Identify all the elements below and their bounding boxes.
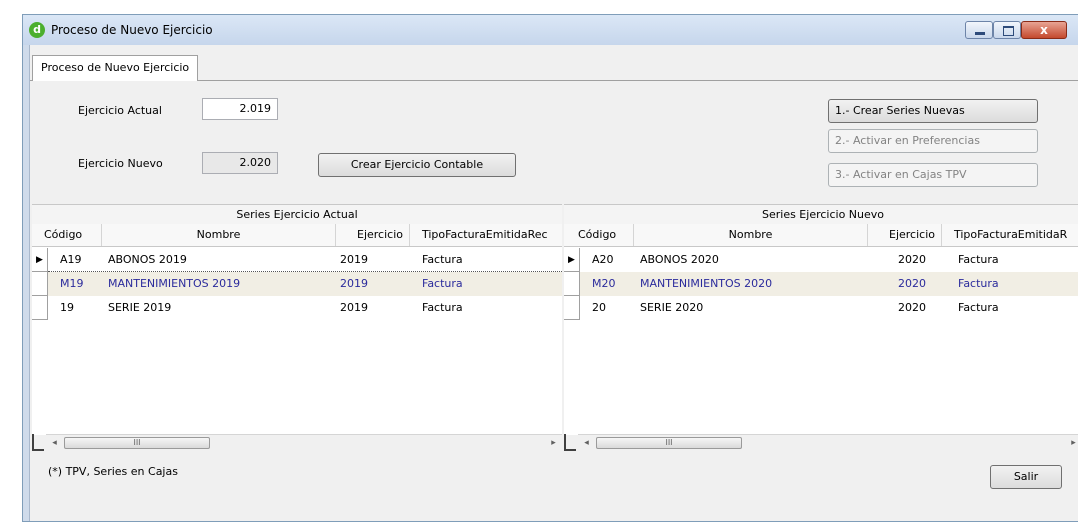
cell-codigo: A20	[592, 253, 614, 266]
table-row[interactable]: M20 MANTENIMIENTOS 2020 2020 Factura	[564, 272, 1078, 296]
cell-tipo-factura: Factura	[422, 301, 463, 314]
column-header-codigo[interactable]: Código	[32, 224, 102, 246]
scroll-right-icon[interactable]: ▸	[1065, 435, 1078, 452]
scroll-left-icon[interactable]: ◂	[578, 435, 595, 452]
cell-nombre: ABONOS 2019	[108, 253, 187, 266]
window-title: Proceso de Nuevo Ejercicio	[51, 23, 213, 37]
cell-tipo-factura: Factura	[958, 277, 999, 290]
cell-codigo: M19	[60, 277, 84, 290]
cell-ejercicio: 2019	[340, 253, 368, 266]
table-row[interactable]: ▶ A19 ABONOS 2019 2019 Factura	[32, 248, 562, 272]
column-header-codigo[interactable]: Código	[564, 224, 634, 246]
column-header-tipo-factura[interactable]: TipoFacturaEmitidaRec	[410, 224, 562, 246]
table-row[interactable]: ▶ A20 ABONOS 2020 2020 Factura	[564, 248, 1078, 272]
series-nuevo-header: Código Nombre Ejercicio TipoFacturaEmiti…	[564, 224, 1078, 247]
cell-nombre: SERIE 2020	[640, 301, 704, 314]
scroll-left-icon[interactable]: ◂	[46, 435, 63, 452]
series-nuevo-hscrollbar[interactable]: ◂ III ▸	[578, 434, 1078, 452]
series-nuevo-grid: Series Ejercicio Nuevo Código Nombre Eje…	[564, 204, 1078, 435]
tab-strip: Proceso de Nuevo Ejercicio	[30, 52, 1078, 82]
application-window: d Proceso de Nuevo Ejercicio x Proceso d…	[22, 14, 1078, 522]
activar-en-preferencias-button[interactable]: 2.- Activar en Preferencias	[828, 129, 1038, 153]
series-actual-caption: Series Ejercicio Actual	[32, 205, 562, 225]
column-header-nombre[interactable]: Nombre	[102, 224, 336, 246]
footer-note: (*) TPV, Series en Cajas	[48, 465, 178, 478]
column-header-ejercicio[interactable]: Ejercicio	[336, 224, 410, 246]
cell-nombre: MANTENIMIENTOS 2019	[108, 277, 241, 290]
ejercicio-nuevo-label: Ejercicio Nuevo	[78, 157, 163, 170]
cell-tipo-factura: Factura	[422, 277, 463, 290]
cell-codigo: 19	[60, 301, 74, 314]
table-row[interactable]: M19 MANTENIMIENTOS 2019 2019 Factura	[32, 272, 562, 296]
close-icon: x	[1040, 23, 1048, 37]
cell-nombre: ABONOS 2020	[640, 253, 719, 266]
series-actual-grid: Series Ejercicio Actual Código Nombre Ej…	[32, 204, 562, 435]
scroll-right-icon[interactable]: ▸	[545, 435, 562, 452]
row-selector	[32, 296, 48, 320]
minimize-button[interactable]	[965, 21, 993, 39]
cell-codigo: M20	[592, 277, 616, 290]
cell-ejercicio: 2020	[898, 277, 926, 290]
table-row[interactable]: 20 SERIE 2020 2020 Factura	[564, 296, 1078, 320]
ejercicio-actual-field[interactable]: 2.019	[202, 98, 278, 120]
maximize-button[interactable]	[993, 21, 1021, 39]
row-pointer-icon: ▶	[32, 248, 48, 272]
tab-panel: Ejercicio Actual 2.019 Ejercicio Nuevo 2…	[32, 81, 1078, 521]
column-header-ejercicio[interactable]: Ejercicio	[868, 224, 942, 246]
maximize-icon	[1003, 26, 1014, 36]
row-selector	[32, 272, 48, 296]
minimize-icon	[975, 32, 985, 35]
row-selector	[564, 296, 580, 320]
cell-nombre: SERIE 2019	[108, 301, 172, 314]
cell-ejercicio: 2019	[340, 277, 368, 290]
ejercicio-nuevo-field[interactable]: 2.020	[202, 152, 278, 174]
series-actual-header: Código Nombre Ejercicio TipoFacturaEmiti…	[32, 224, 562, 247]
ejercicio-actual-label: Ejercicio Actual	[78, 104, 162, 117]
crear-ejercicio-contable-button[interactable]: Crear Ejercicio Contable	[318, 153, 516, 177]
crear-series-nuevas-button[interactable]: 1.- Crear Series Nuevas	[828, 99, 1038, 123]
scroll-thumb[interactable]: III	[596, 437, 742, 449]
close-button[interactable]: x	[1021, 21, 1067, 39]
cell-ejercicio: 2020	[898, 301, 926, 314]
salir-button[interactable]: Salir	[990, 465, 1062, 489]
activar-en-cajas-tpv-button[interactable]: 3.- Activar en Cajas TPV	[828, 163, 1038, 187]
cell-codigo: A19	[60, 253, 82, 266]
cell-tipo-factura: Factura	[958, 253, 999, 266]
grid-corner	[564, 434, 576, 451]
app-logo-icon: d	[29, 22, 45, 38]
tab-proceso-nuevo-ejercicio[interactable]: Proceso de Nuevo Ejercicio	[32, 55, 199, 82]
column-header-tipo-factura[interactable]: TipoFacturaEmitidaR	[942, 224, 1078, 246]
cell-tipo-factura: Factura	[422, 253, 463, 266]
scroll-thumb[interactable]: III	[64, 437, 210, 449]
series-nuevo-caption: Series Ejercicio Nuevo	[564, 205, 1078, 225]
series-actual-hscrollbar[interactable]: ◂ III ▸	[46, 434, 562, 452]
title-bar[interactable]: d Proceso de Nuevo Ejercicio x	[23, 15, 1078, 45]
cell-ejercicio: 2019	[340, 301, 368, 314]
grid-corner	[32, 434, 44, 451]
table-row[interactable]: 19 SERIE 2019 2019 Factura	[32, 296, 562, 320]
column-header-nombre[interactable]: Nombre	[634, 224, 868, 246]
row-selector	[564, 272, 580, 296]
cell-tipo-factura: Factura	[958, 301, 999, 314]
row-pointer-icon: ▶	[564, 248, 580, 272]
cell-nombre: MANTENIMIENTOS 2020	[640, 277, 773, 290]
cell-codigo: 20	[592, 301, 606, 314]
window-client-area: Proceso de Nuevo Ejercicio Ejercicio Act…	[29, 45, 1078, 521]
cell-ejercicio: 2020	[898, 253, 926, 266]
